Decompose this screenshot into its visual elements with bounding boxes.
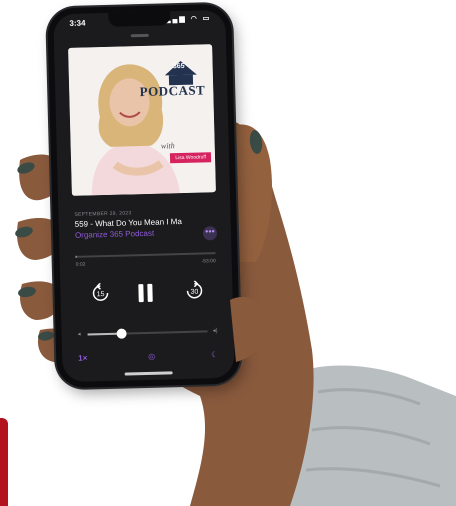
podcast-wordmark: PODCAST xyxy=(139,82,206,100)
skip-back-label: 15 xyxy=(97,291,105,298)
host-photo xyxy=(68,44,216,196)
more-options-button[interactable]: ••• xyxy=(202,226,218,241)
logo-number: 365 xyxy=(172,62,185,71)
remaining-time: -53:00 xyxy=(201,258,216,265)
volume-low-icon: ◂ xyxy=(77,331,81,338)
playback-speed-button[interactable]: 1× xyxy=(78,354,87,363)
scrubber-track[interactable] xyxy=(75,252,216,258)
scrubber-fill xyxy=(75,255,77,258)
podcast-artwork: 365 PODCAST with Lisa Woodruff xyxy=(68,44,216,196)
elapsed-time: 0:02 xyxy=(75,261,86,268)
volume-slider[interactable]: ◂ ◂) xyxy=(77,326,218,340)
show-name[interactable]: Organize 365 Podcast xyxy=(75,227,219,240)
status-time: 3:34 xyxy=(69,18,86,28)
airplay-icon[interactable]: ◎ xyxy=(148,352,155,361)
sheet-grabber[interactable] xyxy=(130,33,149,38)
status-icons: ▂▄▆ ◠ ▭ xyxy=(164,15,212,24)
notch xyxy=(108,11,171,27)
skip-forward-label: 30 xyxy=(191,289,199,296)
phone-device: 3:34 ▂▄▆ ◠ ▭ 365 PODCAST with Lisa Woodr… xyxy=(47,3,241,389)
volume-knob[interactable] xyxy=(116,328,127,339)
home-indicator xyxy=(124,371,173,376)
volume-track[interactable] xyxy=(87,328,208,339)
skip-back-15-icon[interactable]: 15 xyxy=(90,282,111,304)
episode-meta: SEPTEMBER 29, 2023 559 - What Do You Mea… xyxy=(74,208,219,240)
phone-screen: 3:34 ▂▄▆ ◠ ▭ 365 PODCAST with Lisa Woodr… xyxy=(53,9,235,383)
with-script: with xyxy=(160,141,175,151)
playback-controls: 15 30 xyxy=(60,280,233,310)
volume-high-icon: ◂) xyxy=(212,328,218,335)
sleep-timer-icon[interactable]: ☾ xyxy=(211,350,218,359)
bottom-toolbar: 1× ◎ ☾ xyxy=(78,350,218,366)
skip-forward-30-icon[interactable]: 30 xyxy=(184,280,205,301)
pause-icon[interactable] xyxy=(134,282,157,305)
photo-scene: 3:34 ▂▄▆ ◠ ▭ 365 PODCAST with Lisa Woodr… xyxy=(0,0,456,506)
host-name-tag: Lisa Woodruff xyxy=(170,152,212,164)
